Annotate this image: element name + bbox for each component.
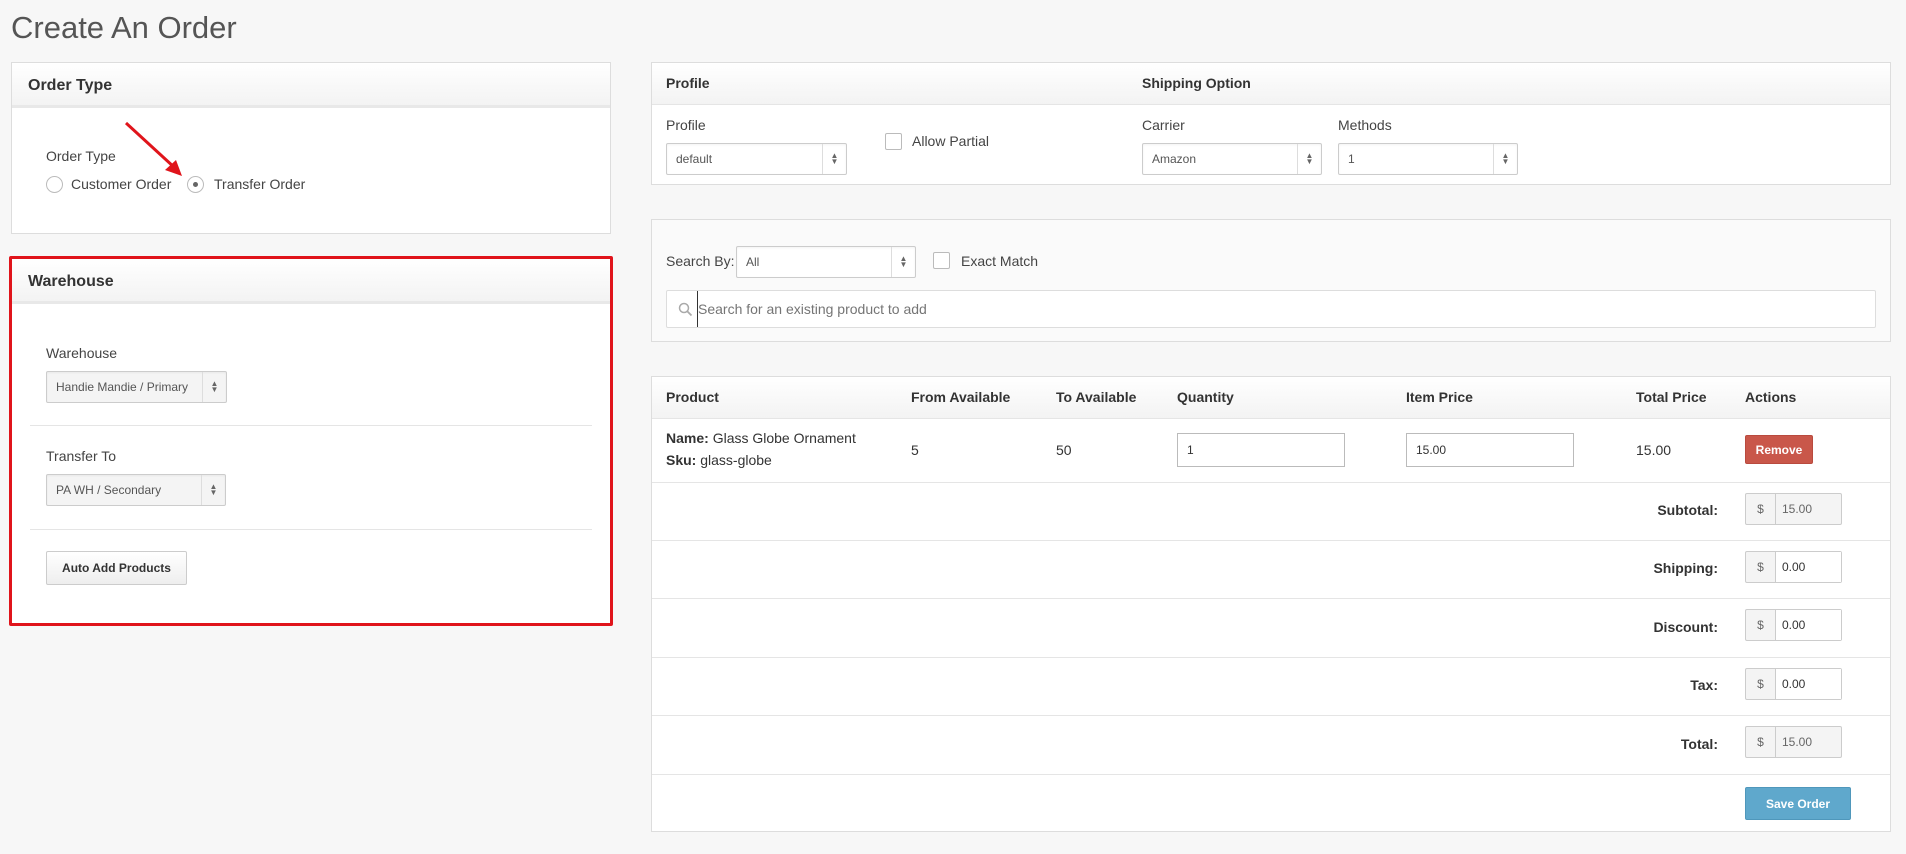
- tax-field[interactable]: $ 0.00: [1745, 668, 1842, 700]
- discount-field[interactable]: $ 0.00: [1745, 609, 1842, 641]
- select-arrows-icon: ▲ ▼: [1493, 144, 1517, 174]
- product-sku: Sku: glass-globe: [666, 452, 772, 468]
- col-product: Product: [666, 389, 719, 405]
- divider: [652, 482, 1890, 483]
- methods-select-value: 1: [1348, 152, 1355, 166]
- select-arrows-icon: ▲ ▼: [891, 247, 915, 277]
- annotation-arrow-icon: [124, 121, 182, 176]
- divider: [652, 774, 1890, 775]
- search-input-wrapper: [666, 290, 1876, 328]
- profile-select-value: default: [676, 152, 713, 166]
- total-price-value: 15.00: [1636, 442, 1672, 458]
- total-value: 15.00: [1782, 735, 1813, 749]
- order-type-label: Order Type: [46, 148, 116, 164]
- methods-select[interactable]: 1 ▲ ▼: [1338, 143, 1518, 175]
- search-panel: Search By: All ▲ ▼ Exact Match: [651, 219, 1891, 342]
- shipping-label: Shipping:: [1653, 560, 1718, 576]
- subtotal-field: $ 15.00: [1745, 493, 1842, 525]
- col-quantity: Quantity: [1177, 389, 1234, 405]
- product-sku-label: Sku:: [666, 452, 697, 468]
- search-by-select[interactable]: All ▲ ▼: [736, 246, 916, 278]
- from-available-value: 5: [911, 442, 919, 458]
- product-name: Name: Glass Globe Ornament: [666, 430, 856, 446]
- order-type-header: Order Type: [12, 63, 610, 108]
- profile-shipping-header-bar: [652, 63, 1890, 105]
- search-by-label: Search By:: [666, 253, 735, 269]
- save-order-button[interactable]: Save Order: [1745, 787, 1851, 820]
- order-type-panel: Order Type Order Type Customer Order Tra…: [11, 62, 611, 234]
- carrier-label: Carrier: [1142, 117, 1185, 133]
- exact-match-checkbox[interactable]: [933, 252, 950, 269]
- col-to-available: To Available: [1056, 389, 1137, 405]
- shipping-field[interactable]: $ 0.00: [1745, 551, 1842, 583]
- shipping-value[interactable]: 0.00: [1776, 552, 1841, 582]
- transfer-order-label[interactable]: Transfer Order: [214, 176, 305, 192]
- allow-partial-label[interactable]: Allow Partial: [912, 133, 989, 149]
- search-icon: [678, 302, 693, 317]
- customer-order-radio[interactable]: [46, 176, 63, 193]
- profile-header: Profile: [666, 75, 710, 91]
- select-arrows-icon: ▲ ▼: [1297, 144, 1321, 174]
- currency-symbol: $: [1746, 669, 1776, 699]
- discount-value[interactable]: 0.00: [1776, 610, 1841, 640]
- highlight-box: [9, 256, 613, 626]
- currency-symbol: $: [1746, 494, 1776, 524]
- tax-label: Tax:: [1690, 677, 1718, 693]
- tax-value[interactable]: 0.00: [1776, 669, 1841, 699]
- item-price-input[interactable]: 15.00: [1406, 433, 1574, 467]
- currency-symbol: $: [1746, 610, 1776, 640]
- divider: [652, 657, 1890, 658]
- divider: [652, 540, 1890, 541]
- col-item-price: Item Price: [1406, 389, 1473, 405]
- subtotal-label: Subtotal:: [1657, 502, 1718, 518]
- exact-match-label[interactable]: Exact Match: [961, 253, 1038, 269]
- select-arrows-icon: ▲ ▼: [822, 144, 846, 174]
- carrier-select-value: Amazon: [1152, 152, 1197, 166]
- discount-label: Discount:: [1653, 619, 1718, 635]
- subtotal-value: 15.00: [1782, 502, 1813, 516]
- col-total-price: Total Price: [1636, 389, 1707, 405]
- quantity-input[interactable]: 1: [1177, 433, 1345, 467]
- search-by-select-value: All: [746, 255, 760, 269]
- search-input[interactable]: [697, 291, 1867, 327]
- product-name-value: Glass Globe Ornament: [712, 430, 856, 446]
- allow-partial-checkbox[interactable]: [885, 133, 902, 150]
- profile-select[interactable]: default ▲ ▼: [666, 143, 847, 175]
- total-label: Total:: [1680, 736, 1718, 752]
- carrier-select[interactable]: Amazon ▲ ▼: [1142, 143, 1322, 175]
- col-from-available: From Available: [911, 389, 1011, 405]
- divider: [652, 598, 1890, 599]
- page-title: Create An Order: [11, 10, 237, 45]
- product-sku-value: glass-globe: [700, 452, 772, 468]
- currency-symbol: $: [1746, 727, 1776, 757]
- divider: [652, 715, 1890, 716]
- methods-label: Methods: [1338, 117, 1392, 133]
- currency-symbol: $: [1746, 552, 1776, 582]
- remove-button[interactable]: Remove: [1745, 435, 1813, 464]
- total-field: $ 15.00: [1745, 726, 1842, 758]
- profile-label: Profile: [666, 117, 706, 133]
- shipping-option-header: Shipping Option: [1142, 75, 1251, 91]
- to-available-value: 50: [1056, 442, 1072, 458]
- product-name-label: Name:: [666, 430, 709, 446]
- order-table-panel: Product From Available To Available Quan…: [651, 376, 1891, 832]
- col-actions: Actions: [1745, 389, 1797, 405]
- profile-shipping-panel: Profile Shipping Option Profile default …: [651, 62, 1891, 185]
